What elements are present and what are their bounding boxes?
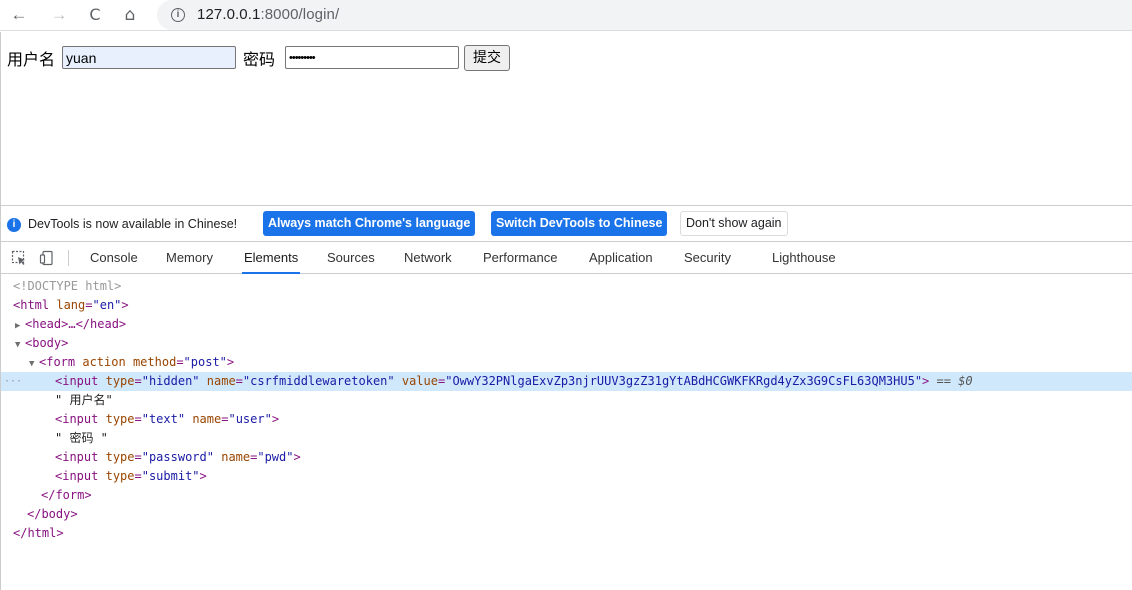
dom-user-input[interactable]: <input type="text" name="user"> — [1, 410, 1132, 429]
method-value: "post" — [183, 355, 227, 369]
site-info-icon[interactable]: i — [171, 8, 185, 22]
form-close-tag: </form> — [41, 488, 92, 502]
url-path: :8000/login/ — [260, 6, 340, 23]
browser-toolbar: ← → C ⌂ i 127.0.0.1:8000/login/ — [0, 0, 1132, 31]
dom-form-close[interactable]: </form> — [1, 486, 1132, 505]
head-tag: <head>…</head> — [25, 317, 127, 331]
input-tag: <input — [55, 374, 99, 388]
tab-console[interactable]: Console — [90, 242, 138, 274]
dom-text-password[interactable]: " 密码 " — [1, 429, 1132, 448]
toolbar-divider — [68, 250, 69, 266]
username-label: 用户名 — [7, 52, 56, 69]
body-close-tag: </body> — [27, 507, 78, 521]
body-tag: <body> — [25, 336, 69, 350]
type-value: "hidden" — [141, 374, 200, 388]
switch-to-chinese-button[interactable]: Switch DevTools to Chinese — [491, 211, 668, 236]
dom-head[interactable]: ▶ <head>…</head> — [1, 315, 1132, 334]
dom-doctype[interactable]: <!DOCTYPE html> — [1, 277, 1132, 296]
devtools-panel: i DevTools is now available in Chinese! … — [0, 205, 1132, 590]
name-attr: name — [192, 412, 222, 426]
page-content: 用户名 密码 提交 — [0, 32, 1132, 205]
info-icon: i — [7, 218, 21, 232]
dont-show-again-button[interactable]: Don't show again — [680, 211, 788, 236]
devtools-tabbar: Console Memory Elements Sources Network … — [1, 242, 1132, 274]
password-label: 密码 — [243, 52, 276, 69]
tab-security[interactable]: Security — [684, 242, 731, 274]
tab-application[interactable]: Application — [589, 242, 653, 274]
dom-text-username[interactable]: " 用户名" — [1, 391, 1132, 410]
input-tag: <input — [55, 450, 99, 464]
dom-html-open[interactable]: <html lang="en"> — [1, 296, 1132, 315]
url-text[interactable]: 127.0.0.1:8000/login/ — [197, 6, 339, 23]
forward-icon[interactable]: → — [48, 4, 70, 26]
tab-elements[interactable]: Elements — [241, 242, 301, 274]
html-close-tag: </html> — [13, 526, 64, 540]
name-value: "user" — [228, 412, 272, 426]
type-value: "submit" — [141, 469, 200, 483]
name-value: "pwd" — [257, 450, 294, 464]
lang-attr: lang — [56, 298, 86, 312]
doctype-text: <!DOCTYPE html> — [13, 279, 122, 293]
dom-pwd-input[interactable]: <input type="password" name="pwd"> — [1, 448, 1132, 467]
dom-html-close[interactable]: </html> — [1, 524, 1132, 543]
elements-dom-tree: <!DOCTYPE html> <html lang="en"> ▶ <head>… — [1, 275, 1132, 590]
username-input[interactable] — [62, 46, 236, 69]
selected-node-marker: == $0 — [936, 374, 973, 388]
name-attr: name — [221, 450, 251, 464]
form-tag: <form — [39, 355, 76, 369]
url-host: 127.0.0.1 — [197, 6, 261, 23]
name-value: "csrfmiddlewaretoken" — [242, 374, 395, 388]
input-tag: <input — [55, 469, 99, 483]
type-value: "text" — [141, 412, 186, 426]
tab-lighthouse[interactable]: Lighthouse — [772, 242, 836, 274]
type-attr: type — [105, 450, 135, 464]
dom-body-open[interactable]: ▼ <body> — [1, 334, 1132, 353]
dom-body-close[interactable]: </body> — [1, 505, 1132, 524]
lang-value: "en" — [92, 298, 122, 312]
address-bar[interactable]: i 127.0.0.1:8000/login/ — [157, 0, 1132, 30]
password-input[interactable] — [285, 46, 459, 69]
home-icon[interactable]: ⌂ — [119, 4, 141, 26]
more-actions-icon[interactable]: ··· — [4, 372, 22, 391]
infobar-message: DevTools is now available in Chinese! — [28, 217, 238, 231]
dom-hidden-input-selected[interactable]: ··· <input type="hidden" name="csrfmiddl… — [1, 372, 1132, 391]
devtools-language-infobar: i DevTools is now available in Chinese! … — [1, 206, 1132, 242]
html-tag: <html — [13, 298, 50, 312]
tab-network[interactable]: Network — [404, 242, 452, 274]
text-node: " 密码 " — [55, 431, 108, 445]
tab-sources[interactable]: Sources — [327, 242, 375, 274]
device-toolbar-icon[interactable] — [39, 250, 55, 266]
name-attr: name — [206, 374, 236, 388]
submit-button[interactable]: 提交 — [464, 45, 510, 71]
text-node: " 用户名" — [55, 393, 113, 407]
dom-form-open[interactable]: ▼ <form action method="post"> — [1, 353, 1132, 372]
always-match-language-button[interactable]: Always match Chrome's language — [263, 211, 476, 236]
reload-icon[interactable]: C — [84, 4, 106, 26]
action-attr: action — [82, 355, 126, 369]
back-icon[interactable]: ← — [8, 4, 30, 26]
dom-submit-input[interactable]: <input type="submit"> — [1, 467, 1132, 486]
input-tag: <input — [55, 412, 99, 426]
type-attr: type — [105, 412, 135, 426]
tab-memory[interactable]: Memory — [166, 242, 213, 274]
csrf-token-value: "OwwY32PNlgaExvZp3njrUUV3gzZ31gYtABdHCGW… — [445, 374, 923, 388]
type-attr: type — [105, 469, 135, 483]
tab-performance[interactable]: Performance — [483, 242, 557, 274]
method-attr: method — [132, 355, 177, 369]
inspect-element-icon[interactable] — [11, 250, 27, 266]
type-attr: type — [105, 374, 135, 388]
type-value: "password" — [141, 450, 214, 464]
value-attr: value — [401, 374, 438, 388]
